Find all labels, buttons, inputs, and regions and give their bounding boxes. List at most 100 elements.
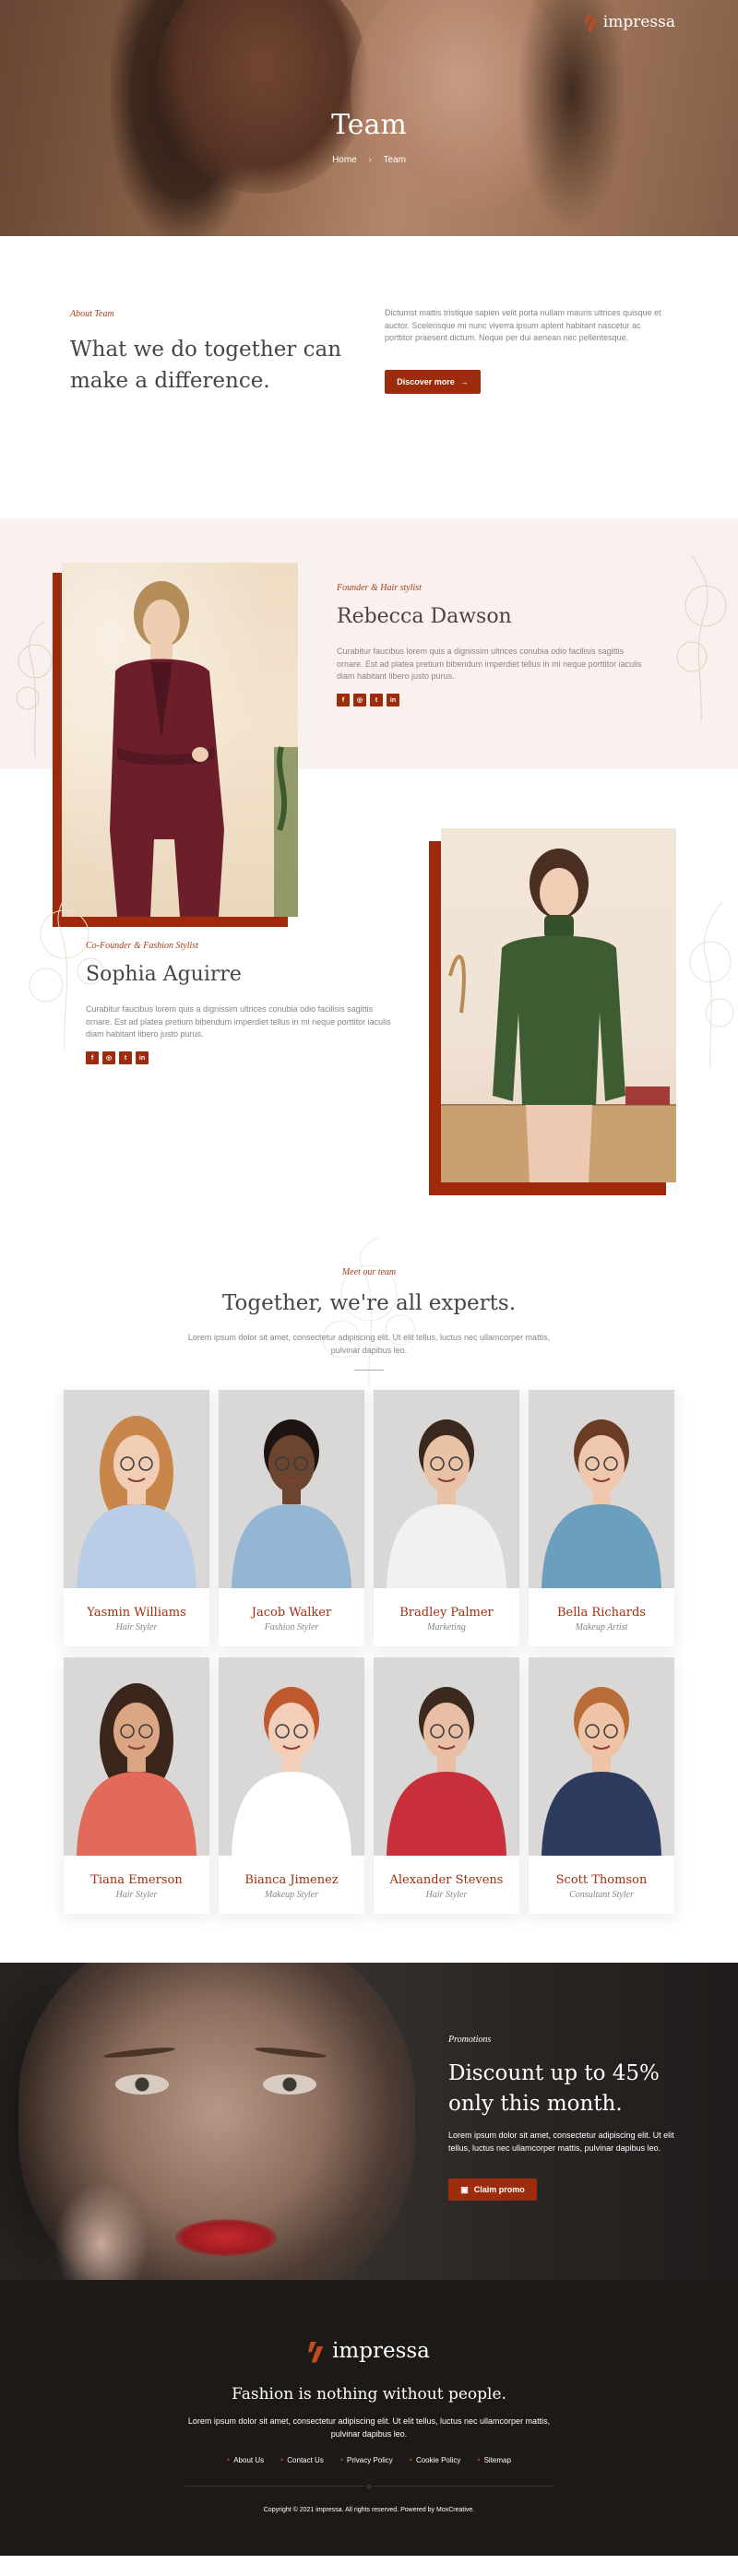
breadcrumb-current: Team [383, 155, 406, 165]
team-member-role: Makeup Artist [575, 1622, 628, 1632]
linkedin-icon[interactable]: in [136, 1051, 149, 1064]
footer-lead: Lorem ipsum dolor sit amet, consectetur … [187, 2416, 551, 2439]
footer-logo-text: impressa [332, 2339, 430, 2363]
team-member-photo [374, 1657, 519, 1856]
founder-section: Founder & Hair stylist Rebecca Dawson Cu… [0, 463, 738, 927]
promo-section: Promotions Discount up to 45% only this … [0, 1963, 738, 2280]
team-member-photo [219, 1390, 364, 1588]
team-member-role: Hair Styler [115, 1622, 158, 1632]
logo-mark-icon [584, 15, 597, 31]
team-member-portrait-icon [542, 1419, 661, 1588]
footer-nav: • About Us • Contact Us • Privacy Policy • Cook… [0, 2455, 738, 2464]
team-member-role: Consultant Styler [569, 1890, 634, 1900]
footer-logo[interactable]: impressa [0, 2339, 738, 2363]
footer-link[interactable]: • About Us [227, 2455, 264, 2464]
footer-link-label: Contact Us [287, 2455, 324, 2464]
founder-social-links: f ◎ t in [337, 694, 399, 706]
promo-photo-hand [55, 2184, 148, 2280]
founder-name: Rebecca Dawson [337, 605, 512, 628]
team-member-photo [529, 1390, 674, 1588]
team-member-role: Hair Styler [425, 1890, 468, 1900]
linkedin-icon[interactable]: in [387, 694, 399, 706]
hero-banner: impressa Team Home › Team [0, 0, 738, 236]
footer-link[interactable]: • Contact Us [280, 2455, 324, 2464]
team-member-portrait-icon [387, 1419, 506, 1588]
team-member-card[interactable]: Bella Richards Makeup Artist [529, 1390, 674, 1646]
cofounder-section: Co-Founder & Fashion Stylist Sophia Agui… [0, 828, 738, 1219]
team-member-card[interactable]: Tiana Emerson Hair Styler [64, 1657, 209, 1914]
team-member-role: Marketing [427, 1622, 466, 1632]
promo-eyebrow: Promotions [448, 2035, 492, 2045]
footer-link-label: About Us [233, 2455, 265, 2464]
about-eyebrow: About Team [70, 309, 114, 319]
founder-bio: Curabitur faucibus lorem quis a dignissi… [337, 647, 642, 681]
team-member-role: Hair Styler [115, 1890, 158, 1900]
footer-link[interactable]: • Privacy Policy [340, 2455, 393, 2464]
team-member-name: Bianca Jimenez [244, 1873, 339, 1887]
facebook-icon[interactable]: f [337, 694, 350, 706]
team-eyebrow: Meet our team [341, 1267, 397, 1277]
team-member-name: Yasmin Williams [87, 1606, 186, 1620]
team-member-name: Tiana Emerson [90, 1873, 183, 1887]
footer-link[interactable]: • Sitemap [477, 2455, 511, 2464]
bullet-icon: • [339, 2455, 343, 2464]
breadcrumb-separator-icon: › [368, 155, 372, 165]
footer-link[interactable]: • Cookie Policy [410, 2455, 461, 2464]
cofounder-bio: Curabitur faucibus lorem quis a dignissi… [86, 1004, 391, 1039]
promo-photo-lips [175, 2219, 277, 2256]
page-title: Team [331, 109, 407, 141]
team-member-portrait-icon [542, 1687, 661, 1856]
team-member-card[interactable]: Alexander Stevens Hair Styler [374, 1657, 519, 1914]
logo-mark-icon [308, 2342, 324, 2363]
team-member-card[interactable]: Jacob Walker Fashion Styler [219, 1390, 364, 1646]
founder-role: Founder & Hair stylist [337, 583, 422, 593]
team-member-photo [64, 1390, 209, 1588]
footer-link-label: Cookie Policy [415, 2455, 461, 2464]
discover-more-label: Discover more [397, 377, 455, 386]
team-member-card[interactable]: Bradley Palmer Marketing [374, 1390, 519, 1646]
team-member-photo [64, 1657, 209, 1856]
site-logo[interactable]: impressa [584, 13, 675, 31]
ticket-icon: ▣ [460, 2184, 469, 2194]
team-lead: Lorem ipsum dolor sit amet, consectetur … [187, 1333, 551, 1355]
bullet-icon: • [280, 2455, 284, 2464]
team-member-card[interactable]: Scott Thomson Consultant Styler [529, 1657, 674, 1914]
about-section: About Team What we do together can make … [0, 236, 738, 463]
bullet-icon: • [477, 2455, 481, 2464]
site-footer: impressa Fashion is nothing without peop… [0, 2280, 738, 2556]
arrow-right-icon: → [459, 377, 469, 386]
promo-photo-eye-left [115, 2074, 169, 2095]
divider-ornament-icon: ◎ [364, 2483, 374, 2490]
team-member-role: Makeup Styler [264, 1890, 319, 1900]
promo-photo-eye-right [263, 2074, 316, 2095]
about-heading: What we do together can make a differenc… [70, 338, 342, 393]
footer-link-label: Sitemap [483, 2455, 511, 2464]
team-member-card[interactable]: Yasmin Williams Hair Styler [64, 1390, 209, 1646]
instagram-icon[interactable]: ◎ [353, 694, 366, 706]
divider [354, 1370, 384, 1371]
footer-tagline: Fashion is nothing without people. [232, 2385, 506, 2404]
cofounder-portrait-icon [441, 849, 676, 1182]
facebook-icon[interactable]: f [86, 1051, 99, 1064]
cofounder-role: Co-Founder & Fashion Stylist [86, 941, 198, 951]
team-section: Meet our team Together, we're all expert… [0, 1219, 738, 1963]
team-member-role: Fashion Styler [264, 1622, 319, 1632]
instagram-icon[interactable]: ◎ [102, 1051, 115, 1064]
promo-text: Lorem ipsum dolor sit amet, consectetur … [448, 2131, 674, 2153]
team-member-card[interactable]: Bianca Jimenez Makeup Styler [219, 1657, 364, 1914]
team-member-portrait-icon [387, 1687, 506, 1856]
team-member-photo [374, 1390, 519, 1588]
team-member-portrait-icon [232, 1687, 351, 1856]
logo-text: impressa [602, 13, 675, 31]
twitter-icon[interactable]: t [119, 1051, 132, 1064]
twitter-icon[interactable]: t [370, 694, 383, 706]
discover-more-button[interactable]: Discover more → [385, 370, 481, 394]
team-member-portrait-icon [232, 1419, 351, 1588]
bullet-icon: • [409, 2455, 412, 2464]
claim-promo-label: Claim promo [473, 2185, 525, 2194]
floral-decoration-icon [689, 902, 734, 1068]
promo-heading: Discount up to 45% only this month. [448, 2061, 660, 2116]
claim-promo-button[interactable]: ▣ Claim promo [448, 2178, 537, 2201]
breadcrumb-home-link[interactable]: Home [332, 155, 357, 165]
team-member-name: Scott Thomson [555, 1873, 648, 1887]
